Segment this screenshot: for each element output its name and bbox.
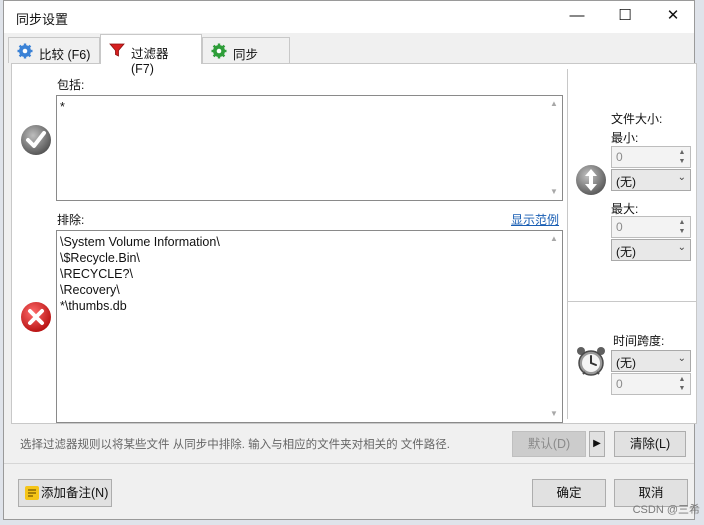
scroll-up-arrow[interactable]: ▲	[546, 232, 562, 246]
note-icon	[25, 486, 39, 500]
clear-button[interactable]: 清除(L)	[614, 431, 686, 457]
spin-down-arrow[interactable]: ▼	[676, 157, 688, 166]
default-dropdown-arrow[interactable]: ▶	[589, 431, 605, 457]
exclude-line: \$Recycle.Bin\	[60, 251, 140, 265]
min-size-input[interactable]: 0 ▲ ▼	[611, 146, 691, 168]
time-span-unit-value: (无)	[616, 356, 636, 370]
max-size-value: 0	[616, 220, 623, 234]
sync-settings-dialog: 同步设置 — ☐ ✕ 比较 (F6) 过滤器 (F7) 同步 包括: * ▲ ▼…	[3, 0, 697, 520]
max-size-input[interactable]: 0 ▲ ▼	[611, 216, 691, 238]
include-value: *	[60, 100, 65, 114]
spin-down-arrow[interactable]: ▼	[676, 227, 688, 236]
filter-hint-text: 选择过滤器规则以将某些文件 从同步中排除. 输入与相应的文件夹对相关的 文件路径…	[20, 439, 450, 451]
include-textarea[interactable]: * ▲ ▼	[56, 95, 563, 201]
default-button[interactable]: 默认(D)	[512, 431, 586, 457]
right-divider	[568, 301, 696, 302]
spin-up-arrow[interactable]: ▲	[676, 148, 688, 157]
exclude-line: \Recovery\	[60, 283, 120, 297]
watermark: CSDN @三希	[632, 504, 700, 516]
checkmark-icon	[21, 125, 51, 155]
max-size-unit-value: (无)	[616, 245, 636, 259]
tab-sync[interactable]: 同步 (F8)	[202, 37, 290, 77]
footer-divider	[4, 463, 694, 464]
exclude-scrollbar[interactable]: ▲ ▼	[546, 231, 562, 422]
tab-compare-label: 比较 (F6)	[39, 48, 91, 62]
exclude-textarea[interactable]: \System Volume Information\ \$Recycle.Bi…	[56, 230, 563, 423]
exclude-line: \System Volume Information\	[60, 235, 220, 249]
exclude-label: 排除:	[57, 213, 85, 227]
ok-button[interactable]: 确定	[532, 479, 606, 507]
gear-green-icon	[211, 43, 227, 59]
time-span-value: 0	[616, 377, 623, 391]
chevron-down-icon: ⌄	[677, 172, 686, 183]
spin-up-arrow[interactable]: ▲	[676, 375, 688, 384]
time-span-select[interactable]: (无) ⌄	[611, 350, 691, 372]
window-title: 同步设置	[16, 12, 69, 27]
chevron-down-icon: ⌄	[677, 242, 686, 253]
scroll-up-arrow[interactable]: ▲	[546, 97, 562, 111]
minimize-button[interactable]: —	[554, 1, 600, 33]
file-size-arrows-icon	[576, 165, 606, 195]
vertical-divider	[567, 69, 568, 419]
add-note-button[interactable]: 添加备注(N)	[18, 479, 112, 507]
funnel-red-icon	[109, 43, 125, 57]
include-scrollbar[interactable]: ▲ ▼	[546, 96, 562, 200]
maximize-button[interactable]: ☐	[602, 1, 648, 33]
gear-blue-icon	[17, 43, 33, 59]
alarm-clock-icon	[577, 347, 605, 376]
tab-filter[interactable]: 过滤器 (F7)	[100, 34, 202, 76]
exclude-line: \RECYCLE?\	[60, 267, 133, 281]
min-size-value: 0	[616, 150, 623, 164]
spin-up-arrow[interactable]: ▲	[676, 218, 688, 227]
exclude-line: *\thumbs.db	[60, 299, 127, 313]
min-size-label: 最小:	[611, 131, 639, 145]
spin-down-arrow[interactable]: ▼	[676, 384, 688, 393]
filter-panel: 包括: * ▲ ▼ 排除: 显示范例 \System Volume Inform…	[11, 63, 697, 424]
close-button[interactable]: ✕	[650, 1, 696, 33]
add-note-label: 添加备注(N)	[41, 486, 109, 500]
show-examples-link[interactable]: 显示范例	[511, 211, 559, 228]
tab-strip: 比较 (F6) 过滤器 (F7) 同步 (F8)	[4, 34, 694, 77]
time-span-label: 时间跨度:	[613, 334, 665, 348]
exclude-x-icon	[21, 302, 51, 332]
scroll-down-arrow[interactable]: ▼	[546, 185, 562, 199]
include-label: 包括:	[57, 78, 85, 92]
min-size-unit-value: (无)	[616, 175, 636, 189]
scroll-down-arrow[interactable]: ▼	[546, 407, 562, 421]
title-bar[interactable]: 同步设置 — ☐ ✕	[4, 1, 694, 33]
tab-compare[interactable]: 比较 (F6)	[8, 37, 100, 63]
max-size-unit-select[interactable]: (无) ⌄	[611, 239, 691, 261]
min-size-unit-select[interactable]: (无) ⌄	[611, 169, 691, 191]
file-size-label: 文件大小:	[611, 112, 663, 126]
max-size-label: 最大:	[611, 202, 639, 216]
time-span-input[interactable]: 0 ▲ ▼	[611, 373, 691, 395]
chevron-down-icon: ⌄	[677, 353, 686, 364]
